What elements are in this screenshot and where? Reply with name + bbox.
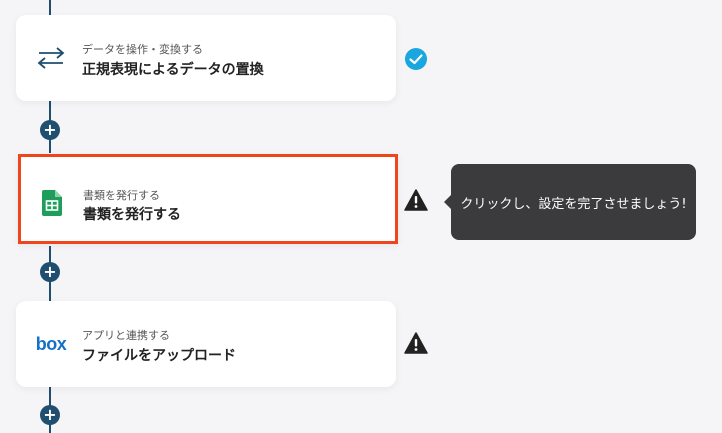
flow-canvas: + + + データを操作・変換する 正規表現によるデータの置換 書類を発行する … <box>0 0 722 433</box>
tooltip-text: クリックし、設定を完了させましょう! <box>460 196 687 212</box>
connector-line <box>49 0 51 15</box>
step-card-replace-data[interactable]: データを操作・変換する 正規表現によるデータの置換 <box>16 15 396 101</box>
check-circle-icon <box>404 47 428 71</box>
box-logo: box <box>35 330 67 358</box>
step-title: ファイルをアップロード <box>82 348 236 364</box>
step-card-upload-file[interactable]: box アプリと連携する ファイルをアップロード <box>16 301 396 387</box>
hint-tooltip: クリックし、設定を完了させましょう! <box>444 164 696 240</box>
add-step-button[interactable]: + <box>40 405 60 425</box>
step-subtitle: データを操作・変換する <box>82 43 203 56</box>
google-sheets-icon <box>37 189 67 217</box>
step-title: 正規表現によるデータの置換 <box>82 62 264 78</box>
step-card-issue-document[interactable]: 書類を発行する 書類を発行する <box>18 154 398 244</box>
swap-arrows-icon <box>36 44 66 72</box>
warning-icon <box>404 188 428 212</box>
add-step-button[interactable]: + <box>40 120 60 140</box>
box-logo-text: box <box>35 333 67 354</box>
step-subtitle: アプリと連携する <box>82 329 170 342</box>
add-step-button[interactable]: + <box>40 262 60 282</box>
step-subtitle: 書類を発行する <box>83 189 160 202</box>
warning-icon <box>404 331 428 355</box>
step-title: 書類を発行する <box>83 207 181 223</box>
